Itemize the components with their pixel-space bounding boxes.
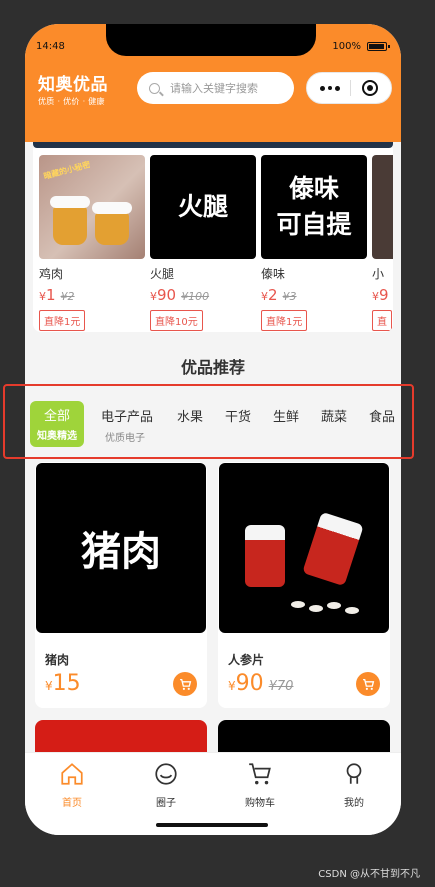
cart-icon bbox=[362, 678, 374, 690]
jar-shape bbox=[50, 196, 90, 245]
jar-shape bbox=[92, 202, 132, 245]
add-to-cart-button[interactable] bbox=[173, 672, 197, 696]
deal-price-now: 2 bbox=[268, 286, 278, 304]
deal-price: ¥1 ¥2 bbox=[39, 286, 145, 304]
product-price-now: 15 bbox=[52, 671, 81, 696]
section-title: 优品推荐 bbox=[180, 358, 245, 377]
deal-item[interactable]: 火腿 火腿 ¥90 ¥100 直降10元 bbox=[150, 155, 256, 331]
home-indicator bbox=[156, 823, 268, 827]
battery-percent: 100% bbox=[332, 41, 361, 52]
tab-circle[interactable]: 圈子 bbox=[119, 761, 213, 809]
deal-price-old: ¥3 bbox=[282, 290, 297, 303]
battery-icon bbox=[367, 42, 390, 51]
brand-slogan: 优质 · 优价 · 健康 bbox=[38, 97, 105, 106]
price-cut-badge: 直降1元 bbox=[261, 310, 308, 331]
watermark: CSDN @从不甘到不凡 bbox=[318, 869, 420, 880]
deal-image bbox=[372, 155, 393, 259]
cart-icon bbox=[249, 763, 271, 785]
mini-program-capsule bbox=[306, 72, 392, 104]
search-placeholder: 请输入关键字搜索 bbox=[170, 82, 258, 95]
tablet-shape bbox=[345, 607, 359, 614]
more-menu-icon[interactable] bbox=[320, 85, 341, 91]
deal-image: 傣味 可自提 bbox=[261, 155, 367, 259]
currency-symbol: ¥ bbox=[45, 679, 53, 693]
deal-image: 暗藏的小秘密 bbox=[39, 155, 145, 259]
product-image bbox=[219, 463, 389, 633]
product-name: 猪肉 bbox=[45, 653, 70, 667]
product-price-old: ¥70 bbox=[268, 679, 294, 694]
deal-name: 火腿 bbox=[150, 267, 175, 281]
deals-strip: 暗藏的小秘密 鸡肉 ¥1 ¥2 直降1元 火腿 火腿 ¥90 ¥100 直降10… bbox=[33, 148, 393, 332]
currency-symbol: ¥ bbox=[261, 290, 268, 303]
device-notch bbox=[106, 24, 316, 56]
deal-name: 傣味 bbox=[261, 267, 286, 281]
deal-item[interactable]: 小 ¥9 直 bbox=[372, 155, 393, 331]
bottom-tab-bar: 首页 圈子 购物车 我的 bbox=[25, 752, 401, 835]
bottle-shape bbox=[302, 511, 364, 587]
chat-icon bbox=[155, 763, 177, 785]
close-program-icon[interactable] bbox=[361, 80, 378, 96]
deal-price-now: 9 bbox=[379, 286, 389, 304]
product-image: 猪肉 bbox=[36, 463, 206, 633]
product-card[interactable]: 猪肉 猪肉 ¥15 bbox=[35, 462, 207, 708]
currency-symbol: ¥ bbox=[150, 290, 157, 303]
tab-cart[interactable]: 购物车 bbox=[213, 761, 307, 809]
brand-name: 知奥优品 bbox=[38, 75, 108, 95]
home-icon bbox=[61, 763, 83, 785]
deal-price-now: 90 bbox=[157, 286, 177, 304]
deal-price: ¥90 ¥100 bbox=[150, 286, 256, 304]
deal-name: 小 bbox=[372, 267, 385, 281]
tablet-shape bbox=[327, 602, 341, 609]
deal-price: ¥2 ¥3 bbox=[261, 286, 367, 304]
search-icon bbox=[149, 82, 160, 94]
product-price-now: 90 bbox=[235, 671, 264, 696]
tab-label: 圈子 bbox=[156, 798, 176, 809]
tab-label: 首页 bbox=[62, 798, 82, 809]
deal-name: 鸡肉 bbox=[39, 267, 64, 281]
deal-price-old: ¥2 bbox=[60, 290, 75, 303]
bottle-shape bbox=[245, 525, 285, 587]
tablet-shape bbox=[291, 601, 305, 608]
deal-item[interactable]: 暗藏的小秘密 鸡肉 ¥1 ¥2 直降1元 bbox=[39, 155, 145, 331]
capsule-divider bbox=[350, 80, 352, 96]
price-cut-badge: 直降10元 bbox=[150, 310, 203, 331]
tab-label: 购物车 bbox=[245, 798, 275, 809]
search-bar[interactable]: 请输入关键字搜索 bbox=[137, 72, 294, 104]
highlight-box bbox=[3, 384, 414, 459]
cart-icon bbox=[179, 678, 191, 690]
price-cut-badge: 直降1元 bbox=[39, 310, 86, 331]
deal-image-caption: 暗藏的小秘密 bbox=[42, 159, 92, 182]
status-battery: 100% bbox=[332, 41, 390, 52]
currency-symbol: ¥ bbox=[372, 290, 379, 303]
deal-price: ¥9 bbox=[372, 286, 393, 304]
deal-item[interactable]: 傣味 可自提 傣味 ¥2 ¥3 直降1元 bbox=[261, 155, 367, 331]
deal-image: 火腿 bbox=[150, 155, 256, 259]
brand: 知奥优品 优质 · 优价 · 健康 bbox=[38, 70, 108, 107]
product-card[interactable]: 人参片 ¥90 ¥70 bbox=[218, 462, 390, 708]
deal-price-old: ¥100 bbox=[181, 290, 210, 303]
currency-symbol: ¥ bbox=[228, 679, 236, 693]
price-cut-badge: 直 bbox=[372, 310, 392, 331]
tab-label: 我的 bbox=[344, 798, 364, 809]
user-icon bbox=[346, 763, 362, 784]
deal-price-now: 1 bbox=[46, 286, 56, 304]
tablet-shape bbox=[309, 605, 323, 612]
currency-symbol: ¥ bbox=[39, 290, 46, 303]
product-name: 人参片 bbox=[228, 653, 265, 667]
status-time: 14:48 bbox=[36, 41, 65, 52]
tab-home[interactable]: 首页 bbox=[25, 761, 119, 809]
add-to-cart-button[interactable] bbox=[356, 672, 380, 696]
tab-mine[interactable]: 我的 bbox=[307, 761, 401, 809]
